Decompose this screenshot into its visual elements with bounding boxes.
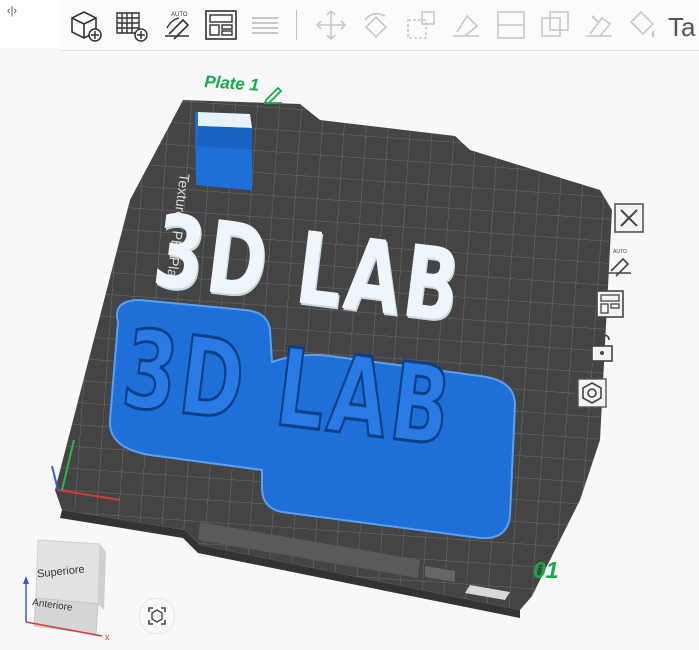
plate-name-label[interactable]: Plate 1: [204, 72, 260, 96]
app-window: ‹|› AUTO Ta Textured PEI Plate 3D LAB 3D…: [0, 0, 699, 650]
hex-nut-icon: [577, 378, 607, 408]
close-x-icon: [614, 203, 644, 233]
wipe-tower-top: [198, 112, 252, 128]
close-plate-button[interactable]: [613, 202, 645, 234]
wipe-tower-face: [197, 126, 252, 150]
auto-orient-icon: AUTO: [607, 249, 631, 277]
z-arrow-icon: [23, 576, 29, 584]
view-navigation-cube[interactable]: x: [20, 532, 120, 644]
unlock-icon: [591, 334, 613, 362]
recenter-view-icon: [148, 607, 166, 625]
plate-number: 01: [533, 557, 559, 583]
side-auto-label: AUTO: [613, 249, 627, 255]
z-axis-line: [51, 465, 59, 491]
auto-orient-plate-button[interactable]: AUTO: [603, 245, 635, 277]
recenter-view-button[interactable]: [139, 598, 175, 634]
lock-plate-button[interactable]: [586, 332, 618, 364]
plate-settings-button[interactable]: [576, 377, 608, 409]
arrange-layout-icon: [596, 290, 624, 318]
edit-plate-name-icon[interactable]: [262, 84, 286, 104]
x-axis-label: x: [105, 632, 110, 642]
arrange-plate-button[interactable]: [594, 288, 626, 320]
